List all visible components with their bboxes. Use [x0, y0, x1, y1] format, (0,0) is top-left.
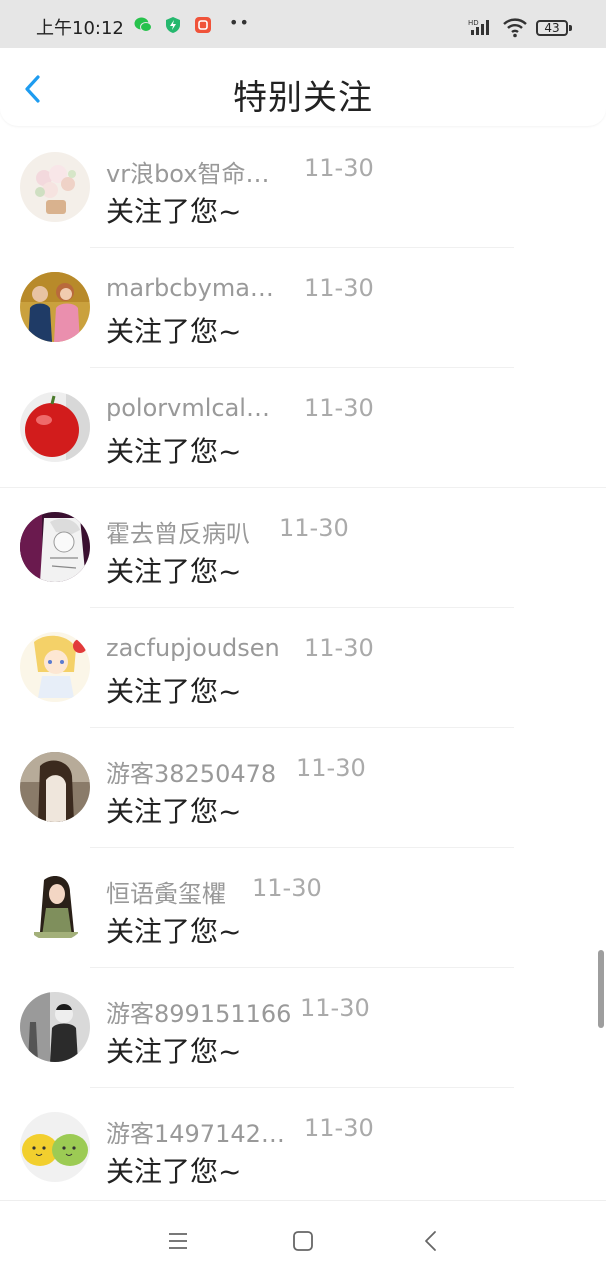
- avatar[interactable]: [20, 752, 90, 822]
- app-icon: [195, 17, 211, 33]
- item-message: 关注了您~: [106, 915, 242, 948]
- list-item[interactable]: vr浪box智命… 11-30 关注了您~: [0, 128, 606, 248]
- list-item[interactable]: 游客899151166 11-30 关注了您~: [0, 968, 606, 1088]
- home-square-icon[interactable]: [291, 1229, 315, 1253]
- avatar[interactable]: [20, 512, 90, 582]
- status-bar: 上午10:12 •• HD 43: [0, 0, 606, 48]
- item-message: 关注了您~: [106, 555, 242, 588]
- list-item[interactable]: polorvmlcal… 11-30 关注了您~: [0, 368, 606, 488]
- item-date: 11-30: [300, 994, 370, 1022]
- page-title: 特别关注: [233, 78, 373, 118]
- item-date: 11-30: [279, 514, 349, 542]
- wifi-icon: [503, 18, 527, 38]
- list-item[interactable]: marbcbyma… 11-30 关注了您~: [0, 248, 606, 368]
- avatar[interactable]: [20, 1112, 90, 1182]
- user-name[interactable]: zacfupjoudsen: [106, 634, 280, 662]
- item-date: 11-30: [252, 874, 322, 902]
- avatar[interactable]: [20, 872, 90, 942]
- item-message: 关注了您~: [106, 795, 242, 828]
- list-item[interactable]: zacfupjoudsen 11-30 关注了您~: [0, 608, 606, 728]
- avatar[interactable]: [20, 272, 90, 342]
- user-name[interactable]: vr浪box智命…: [106, 154, 269, 189]
- user-name[interactable]: 游客1497142…: [106, 1114, 285, 1149]
- item-message: 关注了您~: [106, 1035, 242, 1068]
- more-dots-icon: ••: [229, 13, 250, 32]
- follow-list: vr浪box智命… 11-30 关注了您~ marbcbyma… 11-30 关…: [0, 128, 606, 1208]
- menu-icon[interactable]: [166, 1229, 190, 1253]
- item-message: 关注了您~: [106, 315, 242, 348]
- avatar[interactable]: [20, 992, 90, 1062]
- scrollbar[interactable]: [598, 950, 604, 1028]
- avatar[interactable]: [20, 152, 90, 222]
- item-message: 关注了您~: [106, 435, 242, 468]
- back-triangle-icon[interactable]: [419, 1229, 443, 1253]
- list-item[interactable]: 游客1497142… 11-30 关注了您~: [0, 1088, 606, 1208]
- item-date: 11-30: [304, 154, 374, 182]
- wechat-icon: [134, 17, 152, 32]
- item-message: 关注了您~: [106, 1155, 242, 1188]
- header: 特别关注: [0, 48, 606, 126]
- list-item[interactable]: 霍去曾反病叭 11-30 关注了您~: [0, 488, 606, 608]
- avatar[interactable]: [20, 392, 90, 462]
- item-date: 11-30: [296, 754, 366, 782]
- user-name[interactable]: polorvmlcal…: [106, 394, 270, 422]
- user-name[interactable]: 霍去曾反病叭: [106, 514, 250, 549]
- item-message: 关注了您~: [106, 195, 242, 228]
- list-item[interactable]: 恒语夤玺欋 11-30 关注了您~: [0, 848, 606, 968]
- user-name[interactable]: 游客899151166: [106, 994, 291, 1029]
- signal-icon: HD: [468, 19, 489, 35]
- user-name[interactable]: 游客38250478: [106, 754, 276, 789]
- system-nav-bar: [0, 1200, 606, 1281]
- user-name[interactable]: 恒语夤玺欋: [106, 874, 226, 909]
- item-date: 11-30: [304, 634, 374, 662]
- battery-icon: 43: [536, 20, 572, 36]
- item-date: 11-30: [304, 274, 374, 302]
- status-time: 上午10:12: [36, 18, 124, 39]
- signal-hd-label: HD: [468, 19, 479, 27]
- item-message: 关注了您~: [106, 675, 242, 708]
- user-name[interactable]: marbcbyma…: [106, 274, 274, 302]
- avatar[interactable]: [20, 632, 90, 702]
- item-date: 11-30: [304, 394, 374, 422]
- item-date: 11-30: [304, 1114, 374, 1142]
- shield-bolt-icon: [166, 17, 180, 33]
- list-item[interactable]: 游客38250478 11-30 关注了您~: [0, 728, 606, 848]
